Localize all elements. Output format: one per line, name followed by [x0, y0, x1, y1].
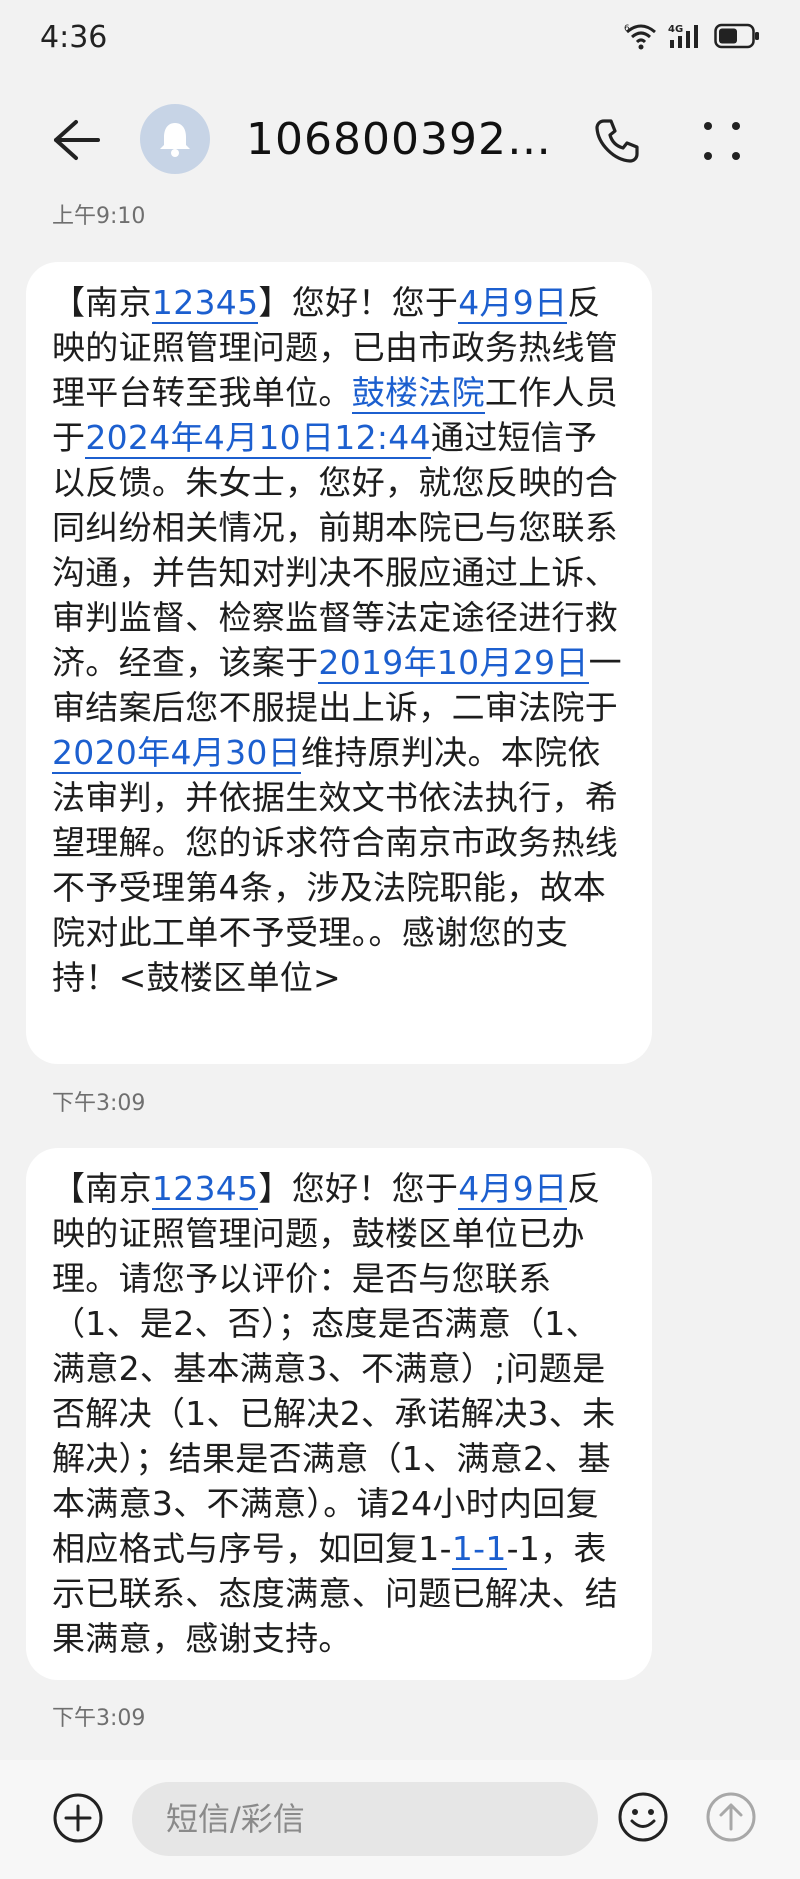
- message-text-segment: 【南京: [52, 283, 152, 322]
- signal-4g-icon: 4G: [668, 22, 704, 50]
- phone-icon: [595, 119, 639, 163]
- message-input[interactable]: [132, 1782, 598, 1856]
- status-icons: 6 4G: [624, 22, 760, 50]
- message-text-segment: 】您好！您于: [258, 283, 459, 322]
- status-bar: 4:36 6 4G: [0, 0, 800, 80]
- message-bubble[interactable]: 【南京12345】您好！您于4月9日反映的证照管理问题，已由市政务热线管理平台转…: [26, 262, 652, 1064]
- input-bar: [0, 1760, 800, 1879]
- more-dots-icon: [704, 122, 740, 160]
- back-button[interactable]: [50, 116, 106, 164]
- conversation-header: 1068003927…: [0, 92, 800, 188]
- send-icon: [706, 1792, 756, 1842]
- send-button[interactable]: [704, 1790, 758, 1844]
- message-text-segment: 反映的证照管理问题，鼓楼区单位已办理。请您予以评价：是否与您联系（1、是2、否）…: [52, 1169, 616, 1568]
- message-text-segment: 】您好！您于: [258, 1169, 459, 1208]
- back-arrow-icon: [54, 120, 100, 160]
- message-link[interactable]: 1-1: [451, 1529, 507, 1570]
- message-timestamp: 下午3:09: [52, 1706, 146, 1731]
- contact-avatar[interactable]: [140, 104, 210, 174]
- emoji-button[interactable]: [616, 1790, 670, 1844]
- message-link[interactable]: 12345: [151, 283, 259, 324]
- emoji-icon: [618, 1792, 668, 1842]
- message-link[interactable]: 2019年10月29日: [318, 643, 589, 684]
- wifi-6-icon: 6: [624, 22, 658, 50]
- call-button[interactable]: [592, 116, 642, 166]
- battery-icon: [714, 23, 760, 49]
- message-timestamp: 上午9:10: [52, 204, 146, 229]
- message-link[interactable]: 鼓楼法院: [351, 373, 485, 414]
- status-time: 4:36: [40, 20, 108, 55]
- message-link[interactable]: 2024年4月10日12:44: [85, 418, 431, 459]
- message-link[interactable]: 4月9日: [458, 1169, 568, 1210]
- message-text: 【南京12345】您好！您于4月9日反映的证照管理问题，已由市政务热线管理平台转…: [52, 283, 622, 997]
- svg-text:6: 6: [624, 24, 630, 34]
- message-bubble[interactable]: 【南京12345】您好！您于4月9日反映的证照管理问题，鼓楼区单位已办理。请您予…: [26, 1148, 652, 1680]
- contact-title[interactable]: 1068003927…: [246, 114, 556, 165]
- svg-text:4G: 4G: [668, 24, 683, 35]
- message-text: 【南京12345】您好！您于4月9日反映的证照管理问题，鼓楼区单位已办理。请您予…: [52, 1169, 618, 1658]
- add-icon: [53, 1793, 103, 1843]
- more-button[interactable]: [700, 116, 744, 166]
- message-link[interactable]: 2020年4月30日: [52, 733, 301, 774]
- message-link[interactable]: 4月9日: [458, 283, 568, 324]
- message-link[interactable]: 12345: [151, 1169, 259, 1210]
- bell-avatar-icon: [160, 123, 190, 157]
- message-timestamp: 下午3:09: [52, 1091, 146, 1116]
- add-attachment-button[interactable]: [52, 1792, 104, 1844]
- message-text-segment: 【南京: [52, 1169, 152, 1208]
